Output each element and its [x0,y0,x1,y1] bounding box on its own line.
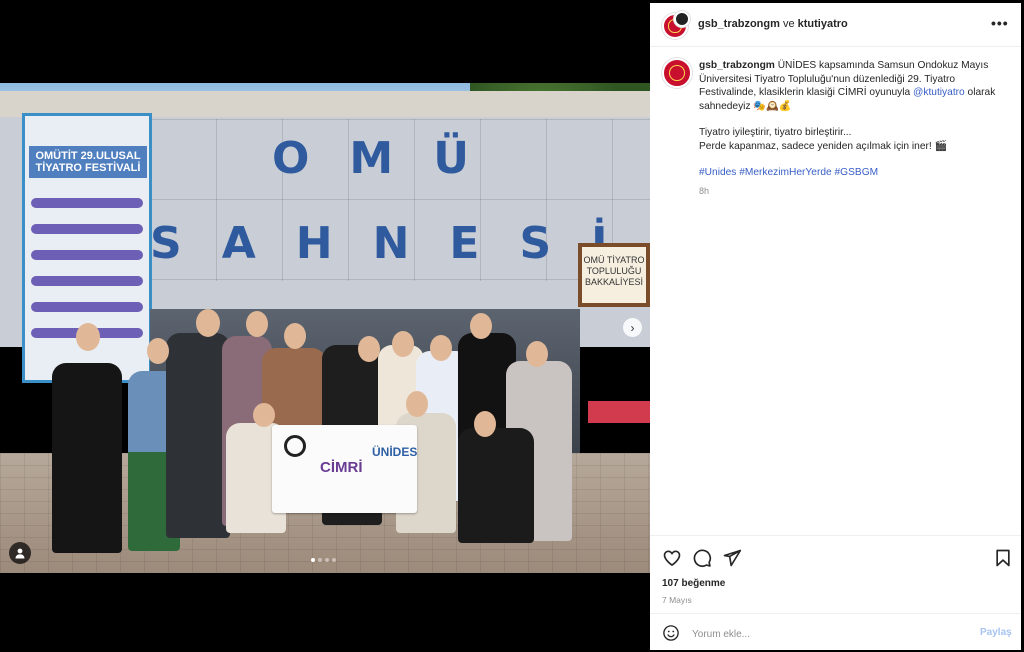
carousel-dot [325,558,329,562]
banner-row [31,276,143,286]
coauthor-avatar[interactable] [674,11,690,27]
post-photo: OMÜ SAHNESİ OMÜTİT 29.ULUSAL TİYATRO FES… [0,83,650,573]
face [358,336,380,362]
bookmark-icon [996,549,1010,567]
like-button[interactable] [662,548,682,568]
person [52,363,122,553]
post-comment-button[interactable]: Paylaş [980,627,1012,638]
avatar-emblem [669,65,685,81]
banner-row [31,224,143,234]
hashtags-link[interactable]: #Unides #MerkezimHerYerde #GSBGM [699,167,878,178]
ring-logo [284,435,306,457]
held-banner: ÜNİDES CİMRİ [272,425,417,513]
held-banner-title: CİMRİ [320,459,363,476]
building-sign-bottom: SAHNESİ [150,218,648,269]
comment-icon [693,549,712,568]
post-actions: 107 beğenme 7 Mayıs Paylaş [650,535,1021,651]
face [392,331,414,357]
smiley-icon[interactable] [662,624,680,642]
post-media: OMÜ SAHNESİ OMÜTİT 29.ULUSAL TİYATRO FES… [0,0,650,650]
banner-row [31,198,143,208]
coauthor-username-link[interactable]: ktutiyatro [798,18,848,30]
caption-author-avatar[interactable] [662,58,692,88]
user-icon [15,548,25,559]
carousel-dot [318,558,322,562]
carousel-dot [332,558,336,562]
tagged-users-button[interactable] [9,542,31,564]
mention-link[interactable]: @ktutiyatro [913,87,965,98]
caption-line: Perde kapanmaz, sadece yeniden açılmak i… [699,140,948,152]
banner-row [31,250,143,260]
person [458,428,534,543]
banner-row [31,302,143,312]
post-sidebar: gsb_trabzongm ve ktutiyatro ••• gsb_trab… [650,3,1021,650]
face [526,341,548,367]
carousel-dot-active [311,558,315,562]
author-username-link[interactable]: gsb_trabzongm [698,18,780,30]
like-count[interactable]: 107 beğenme [662,578,725,589]
face [430,335,452,361]
person [166,333,230,538]
face [246,311,268,337]
carousel-next-button[interactable]: › [623,318,642,337]
post-caption: gsb_trabzongm ÜNİDES kapsamında Samsun O… [699,59,999,180]
share-button[interactable] [722,548,742,568]
post-date: 7 Mayıs [662,595,692,605]
building-sign-top: OMÜ [272,133,509,184]
send-icon [723,549,742,567]
face [196,309,220,337]
save-button[interactable] [993,548,1013,568]
carousel-indicator [311,558,336,562]
comment-input[interactable] [690,624,964,644]
face [147,338,169,364]
heart-icon [663,550,681,567]
comment-button[interactable] [692,548,712,568]
red-table [588,401,650,423]
more-options-icon[interactable]: ••• [991,15,1009,31]
face [76,323,100,351]
authors-conjunction: ve [779,18,798,30]
face [253,403,275,427]
face [474,411,496,437]
shop-sign: OMÜ TİYATRO TOPLULUĞU BAKKALİYESİ [578,243,650,307]
caption-username-link[interactable]: gsb_trabzongm [699,60,775,71]
caption-timestamp: 8h [699,186,710,196]
chevron-right-icon: › [630,320,635,335]
post-header: gsb_trabzongm ve ktutiyatro ••• [650,3,1021,47]
comment-bar: Paylaş [650,613,1021,652]
festival-banner-title: OMÜTİT 29.ULUSAL TİYATRO FESTİVALİ [29,146,147,178]
caption-line: Tiyatro iyileştirir, tiyatro birleştirir… [699,127,852,138]
face [406,391,428,417]
post-authors: gsb_trabzongm ve ktutiyatro [698,18,848,30]
face [284,323,306,349]
face [470,313,492,339]
held-banner-brand: ÜNİDES [372,445,418,459]
